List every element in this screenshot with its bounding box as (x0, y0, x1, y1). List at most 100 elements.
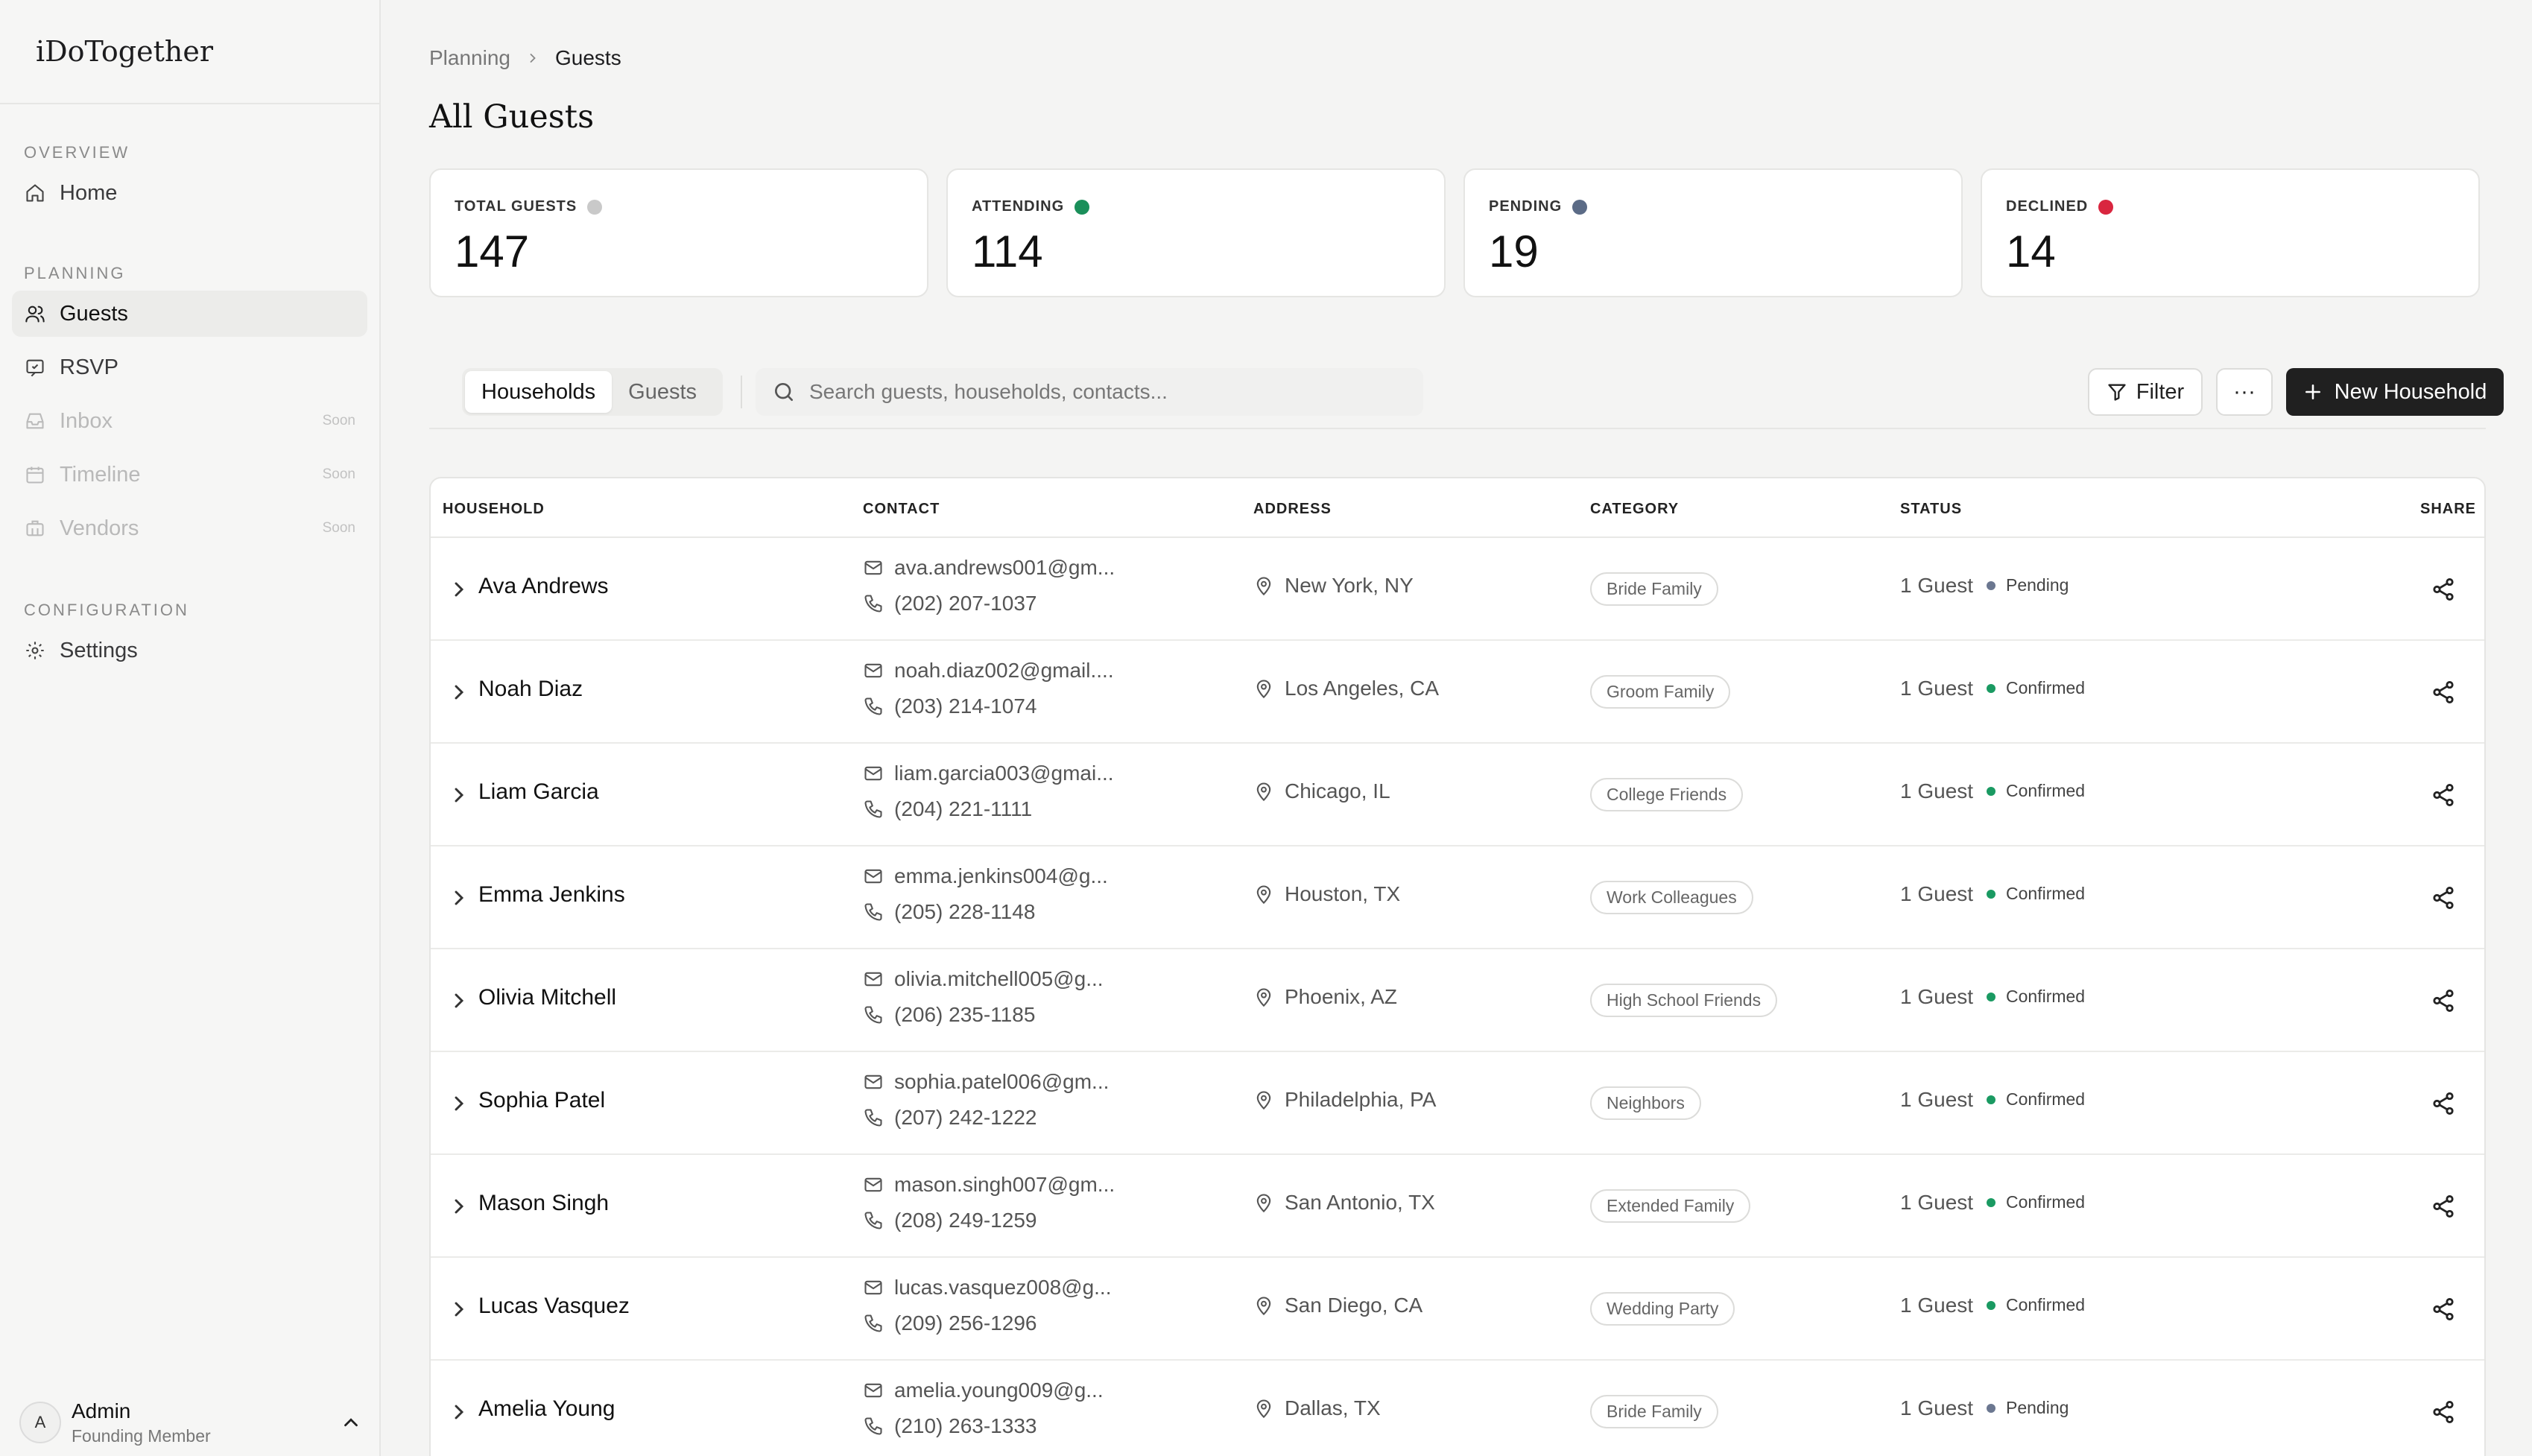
table-row[interactable]: Emma Jenkins emma.jenkins004@g... (205) … (431, 846, 2484, 949)
household-name[interactable]: Olivia Mitchell (478, 985, 616, 1010)
map-pin-icon (1256, 988, 1271, 1007)
table-row[interactable]: Noah Diaz noah.diaz002@gmail.... (203) 2… (431, 641, 2484, 744)
contact-email: sophia.patel006@gm... (863, 1070, 1109, 1094)
column-header-share: SHARE (2420, 501, 2477, 517)
guest-count: 1 Guest (1900, 1088, 1974, 1111)
filter-icon (2108, 384, 2126, 401)
status-dot (1987, 1095, 1995, 1104)
table-row[interactable]: Amelia Young amelia.young009@g... (210) … (431, 1361, 2484, 1456)
chevron-right-icon[interactable] (447, 989, 471, 1013)
share-icon[interactable] (2431, 1091, 2456, 1116)
home-icon (24, 182, 46, 204)
category-badge: Neighbors (1590, 1086, 1701, 1120)
phone-icon (864, 1212, 882, 1229)
share-icon[interactable] (2431, 1297, 2456, 1322)
contact-phone: (207) 242-1222 (863, 1106, 1036, 1130)
stat-value: 147 (455, 227, 530, 276)
stat-label: ATTENDING (972, 198, 1065, 215)
email-text: amelia.young009@g... (894, 1379, 1104, 1402)
table-row[interactable]: Olivia Mitchell olivia.mitchell005@g... … (431, 949, 2484, 1052)
chevron-right-icon[interactable] (447, 1297, 471, 1321)
household-name[interactable]: Noah Diaz (478, 677, 583, 702)
sidebar-item-rsvp[interactable]: RSVP (12, 344, 367, 390)
household-name[interactable]: Amelia Young (478, 1396, 615, 1422)
tab-households[interactable]: Households (465, 371, 613, 413)
chevron-right-icon[interactable] (447, 1092, 471, 1115)
chevron-right-icon[interactable] (447, 886, 471, 910)
status-dot (1074, 199, 1090, 215)
household-name[interactable]: Lucas Vasquez (478, 1294, 630, 1319)
stat-value: 19 (1489, 227, 1539, 276)
phone-text: (204) 221-1111 (894, 797, 1033, 820)
tab-guests[interactable]: Guests (612, 371, 713, 413)
stat-label: PENDING (1489, 198, 1563, 215)
table-row[interactable]: Ava Andrews ava.andrews001@gm... (202) 2… (431, 538, 2484, 641)
contact-phone: (210) 263-1333 (863, 1414, 1036, 1438)
new-household-button[interactable]: New Household (2286, 368, 2504, 416)
stat-label: DECLINED (2006, 198, 2089, 215)
phone-icon (864, 697, 882, 715)
status-dot (2098, 199, 2114, 215)
share-icon[interactable] (2431, 885, 2456, 911)
status-dot (1987, 992, 1995, 1001)
sidebar-item-guests[interactable]: Guests (12, 291, 367, 337)
main-content: Planning Guests All Guests TOTAL GUESTS … (382, 0, 2532, 1456)
share-icon[interactable] (2431, 1399, 2456, 1425)
table-row[interactable]: Sophia Patel sophia.patel006@gm... (207)… (431, 1052, 2484, 1155)
contact-email: amelia.young009@g... (863, 1379, 1104, 1402)
table-row[interactable]: Lucas Vasquez lucas.vasquez008@g... (209… (431, 1258, 2484, 1361)
mail-icon (864, 663, 882, 678)
household-name[interactable]: Sophia Patel (478, 1088, 605, 1113)
new-household-label: New Household (2334, 379, 2487, 404)
status-badge: Confirmed (1987, 781, 2085, 801)
guest-count: 1 Guest (1900, 574, 1974, 597)
share-icon[interactable] (2431, 782, 2456, 808)
search-input[interactable] (809, 380, 1405, 404)
chevron-right-icon[interactable] (447, 680, 471, 704)
sidebar-item-timeline: Timeline Soon (12, 452, 367, 498)
status-badge: Pending (1987, 575, 2069, 595)
household-name[interactable]: Emma Jenkins (478, 882, 625, 908)
column-header-address[interactable]: ADDRESS (1253, 501, 1332, 518)
breadcrumb: Planning Guests (429, 43, 621, 73)
column-header-household[interactable]: HOUSEHOLD (443, 501, 545, 518)
phone-icon (864, 1314, 882, 1332)
status-badge: Confirmed (1987, 987, 2085, 1007)
contact-phone: (203) 214-1074 (863, 694, 1036, 718)
share-icon[interactable] (2431, 680, 2456, 705)
chevron-right-icon[interactable] (447, 577, 471, 601)
chevron-right-icon[interactable] (447, 1400, 471, 1424)
category-badge: Bride Family (1590, 1395, 1718, 1428)
share-icon[interactable] (2431, 577, 2456, 602)
household-name[interactable]: Mason Singh (478, 1191, 609, 1216)
household-name[interactable]: Ava Andrews (478, 574, 609, 599)
table-row[interactable]: Mason Singh mason.singh007@gm... (208) 2… (431, 1155, 2484, 1258)
address-text: Philadelphia, PA (1285, 1088, 1437, 1111)
chevron-right-icon[interactable] (447, 783, 471, 807)
column-header-category[interactable]: CATEGORY (1590, 501, 1679, 518)
breadcrumb-parent[interactable]: Planning (429, 46, 510, 70)
sidebar-item-home[interactable]: Home (12, 170, 367, 216)
search-icon (775, 383, 793, 401)
mail-icon (864, 1074, 882, 1089)
user-menu[interactable]: A Admin Founding Member (19, 1389, 362, 1456)
filter-button[interactable]: Filter (2088, 368, 2203, 416)
app-logo[interactable]: iDoTogether (0, 0, 379, 104)
column-header-contact[interactable]: CONTACT (863, 501, 940, 518)
household-name[interactable]: Liam Garcia (478, 779, 599, 805)
category-cell: Groom Family (1590, 675, 1731, 709)
share-icon[interactable] (2431, 988, 2456, 1013)
contact-email: emma.jenkins004@g... (863, 864, 1108, 888)
share-icon[interactable] (2431, 1194, 2456, 1219)
status-badge: Confirmed (1987, 1192, 2085, 1212)
table-row[interactable]: Liam Garcia liam.garcia003@gmai... (204)… (431, 744, 2484, 846)
address-text: New York, NY (1285, 574, 1414, 597)
phone-text: (210) 263-1333 (894, 1414, 1037, 1437)
column-header-status[interactable]: STATUS (1900, 501, 1962, 518)
chevron-right-icon[interactable] (447, 1194, 471, 1218)
sidebar: iDoTogether OVERVIEW Home PLANNING Guest… (0, 0, 381, 1456)
sidebar-item-settings[interactable]: Settings (12, 627, 367, 674)
chevron-up-icon (344, 1418, 358, 1427)
more-button[interactable]: ··· (2216, 368, 2273, 416)
contact-email: lucas.vasquez008@g... (863, 1276, 1111, 1300)
